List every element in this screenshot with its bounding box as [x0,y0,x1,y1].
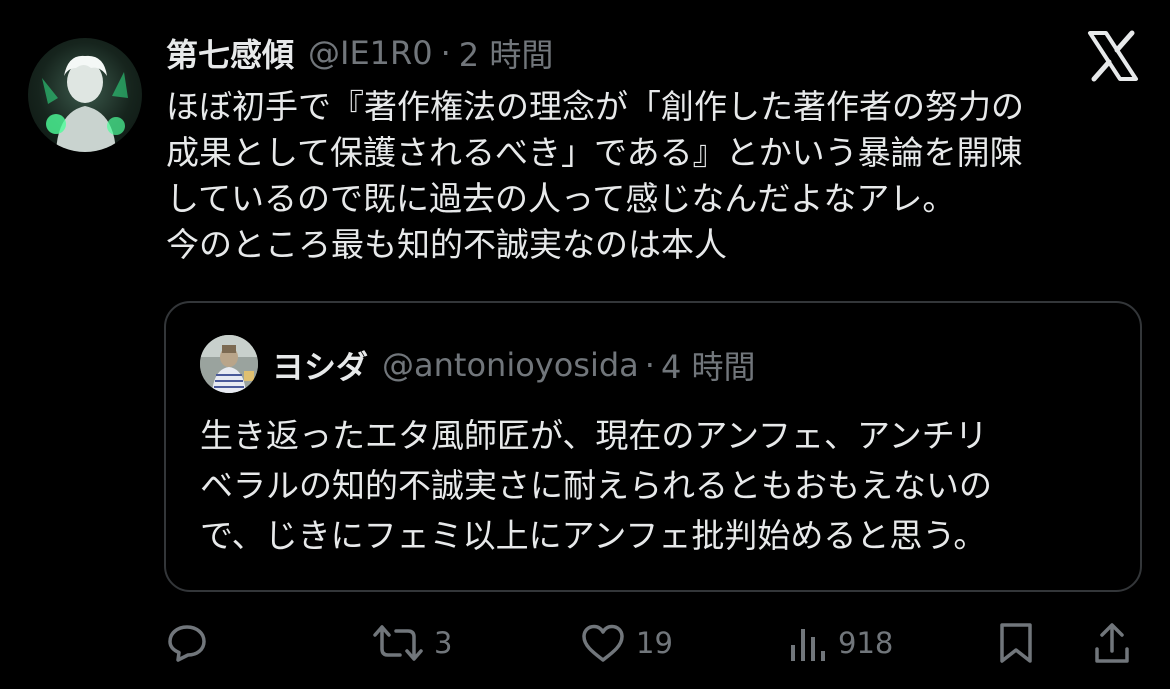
tweet-body: ほぼ初手で『著作権法の理念が「創作した著作者の努力の 成果として保護されるべき」… [166,84,1146,268]
quoted-header: ヨシダ @antonioyosida · 4 時間 [272,343,756,387]
like-count: 19 [636,626,673,660]
author-avatar[interactable] [28,38,142,152]
share-icon [1092,621,1132,665]
bookmark-icon [996,622,1036,664]
tweet-text-line: 成果として保護されるべき」である』とかいう暴論を開陳 [166,133,1023,172]
views-icon [788,623,828,663]
quoted-handle[interactable]: @antonioyosida [382,346,639,384]
tweet-text-line: ほぼ初手で『著作権法の理念が「創作した著作者の努力の [166,87,1024,126]
views-button[interactable]: 918 [788,618,893,668]
tweet-time[interactable]: 2 時間 [459,30,554,76]
quoted-time[interactable]: 4 時間 [661,342,756,388]
quoted-tweet[interactable]: ヨシダ @antonioyosida · 4 時間 生き返ったエタ風師匠が、現在… [164,301,1142,592]
quoted-text-line: ベラルの知的不誠実さに耐えられるともおもえないの [200,466,992,505]
reply-icon [166,623,208,663]
like-icon [580,623,626,663]
meta-separator: · [440,34,451,72]
quoted-display-name[interactable]: ヨシダ [272,342,368,388]
x-logo-icon [1086,30,1140,82]
author-display-name[interactable]: 第七感傾 [166,30,294,76]
quoted-body: 生き返ったエタ風師匠が、現在のアンフェ、アンチリ ベラルの知的不誠実さに耐えられ… [200,411,1120,561]
tweet-header: 第七感傾 @IE1R0 · 2 時間 [166,28,553,78]
quoted-separator: · [644,346,655,384]
author-handle[interactable]: @IE1R0 [308,34,433,72]
share-button[interactable] [1092,618,1132,668]
like-button[interactable]: 19 [580,618,673,668]
reply-button[interactable] [166,618,208,668]
tweet-text-line: しているので既に過去の人って感じなんだよなアレ。 [166,179,956,218]
quoted-text-line: で、じきにフェミ以上にアンフェ批判始めると思う。 [200,516,987,555]
quoted-text-line: 生き返ったエタ風師匠が、現在のアンフェ、アンチリ [200,416,988,455]
retweet-button[interactable]: 3 [372,618,452,668]
bookmark-button[interactable] [996,618,1036,668]
views-count: 918 [838,626,894,660]
retweet-icon [372,623,424,663]
tweet-text-line: 今のところ最も知的不誠実なのは本人 [166,225,727,264]
retweet-count: 3 [434,626,453,660]
quoted-author-avatar[interactable] [200,335,258,393]
